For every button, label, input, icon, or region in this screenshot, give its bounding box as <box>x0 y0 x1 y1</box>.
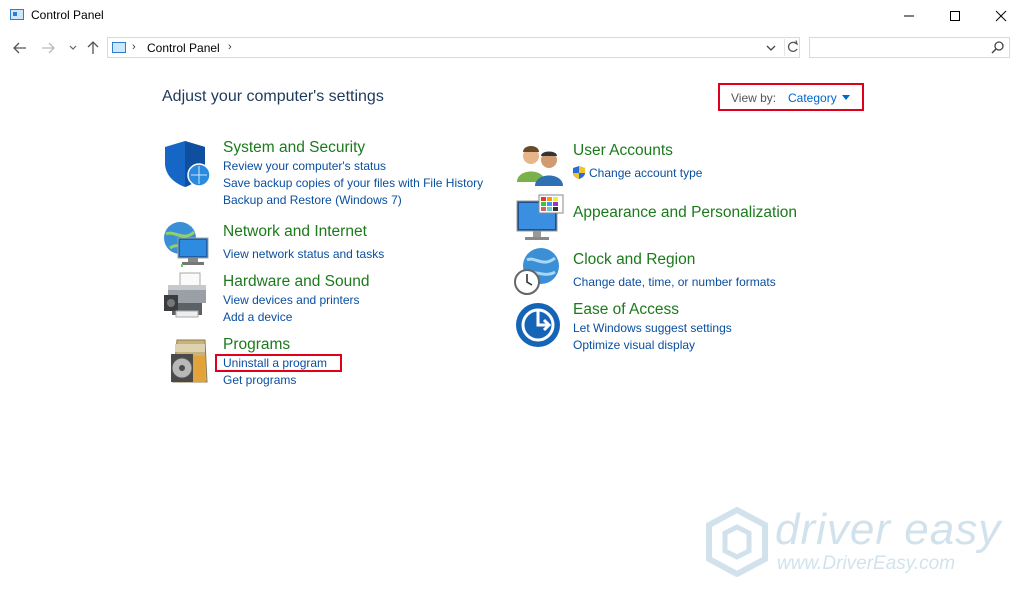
link-file-history[interactable]: Save backup copies of your files with Fi… <box>223 176 483 190</box>
users-icon[interactable] <box>515 142 565 192</box>
search-icon <box>991 41 1004 54</box>
chevron-down-icon <box>69 45 77 50</box>
link-network-status[interactable]: View network status and tasks <box>223 247 384 261</box>
page-title: Adjust your computer's settings <box>162 88 384 105</box>
link-optimize-display[interactable]: Optimize visual display <box>573 338 695 352</box>
control-panel-icon <box>112 42 126 53</box>
refresh-button[interactable] <box>784 39 801 56</box>
back-arrow-icon <box>13 42 26 54</box>
breadcrumb-separator-icon[interactable]: › <box>228 41 232 53</box>
network-globe-icon[interactable] <box>162 218 212 268</box>
forward-button[interactable] <box>39 39 57 57</box>
category-system-and-security[interactable]: System and Security <box>223 139 365 157</box>
back-button[interactable] <box>11 39 29 57</box>
printer-icon[interactable] <box>162 271 212 321</box>
view-by-dropdown[interactable]: Category <box>788 91 837 105</box>
ease-of-access-icon[interactable] <box>514 301 564 351</box>
title-bar: Control Panel <box>0 0 1024 31</box>
driver-easy-logo-icon <box>706 507 768 577</box>
link-get-programs[interactable]: Get programs <box>223 373 296 387</box>
breadcrumb-control-panel[interactable]: Control Panel <box>147 41 220 55</box>
category-programs[interactable]: Programs <box>223 336 290 354</box>
up-arrow-icon <box>87 41 99 54</box>
category-ease-of-access[interactable]: Ease of Access <box>573 301 679 319</box>
link-change-account-type[interactable]: Change account type <box>589 166 702 180</box>
close-button[interactable] <box>978 0 1024 31</box>
category-hardware-and-sound[interactable]: Hardware and Sound <box>223 273 370 291</box>
address-bar[interactable]: › Control Panel › <box>107 37 800 58</box>
link-review-status[interactable]: Review your computer's status <box>223 159 386 173</box>
minimize-icon <box>904 15 914 16</box>
uninstall-highlight-box <box>215 354 342 372</box>
link-devices-printers[interactable]: View devices and printers <box>223 293 360 307</box>
category-appearance-and-personalization[interactable]: Appearance and Personalization <box>573 204 797 222</box>
up-button[interactable] <box>84 39 102 57</box>
view-by-label: View by: <box>731 91 777 105</box>
link-backup-restore[interactable]: Backup and Restore (Windows 7) <box>223 193 402 207</box>
programs-disc-icon[interactable] <box>163 336 213 386</box>
link-add-device[interactable]: Add a device <box>223 310 292 324</box>
category-clock-and-region[interactable]: Clock and Region <box>573 251 695 269</box>
control-panel-icon <box>10 9 24 20</box>
link-date-time-formats[interactable]: Change date, time, or number formats <box>573 275 776 289</box>
refresh-icon <box>787 40 799 52</box>
address-dropdown-button[interactable] <box>765 41 779 55</box>
recent-locations-button[interactable] <box>64 39 82 57</box>
shield-icon[interactable] <box>163 139 213 189</box>
watermark-brand: driver easy <box>775 505 1002 554</box>
search-input[interactable] <box>809 37 1010 58</box>
breadcrumb-separator-icon[interactable]: › <box>132 41 136 53</box>
link-suggest-settings[interactable]: Let Windows suggest settings <box>573 321 732 335</box>
minimize-button[interactable] <box>886 0 932 31</box>
watermark-url: www.DriverEasy.com <box>777 553 956 574</box>
category-user-accounts[interactable]: User Accounts <box>573 142 673 160</box>
category-network-and-internet[interactable]: Network and Internet <box>223 223 367 241</box>
caret-down-icon[interactable] <box>842 95 850 100</box>
maximize-button[interactable] <box>932 0 978 31</box>
chevron-down-icon <box>766 45 776 51</box>
uac-shield-icon <box>573 166 585 179</box>
monitor-palette-icon[interactable] <box>515 193 565 243</box>
view-by-control: View by: Category <box>718 83 864 111</box>
clock-globe-icon[interactable] <box>513 246 563 296</box>
watermark: driver easy www.DriverEasy.com <box>705 505 1010 580</box>
window-title: Control Panel <box>31 8 104 22</box>
maximize-icon <box>950 10 960 21</box>
close-icon <box>995 10 1007 21</box>
forward-arrow-icon <box>42 42 55 54</box>
